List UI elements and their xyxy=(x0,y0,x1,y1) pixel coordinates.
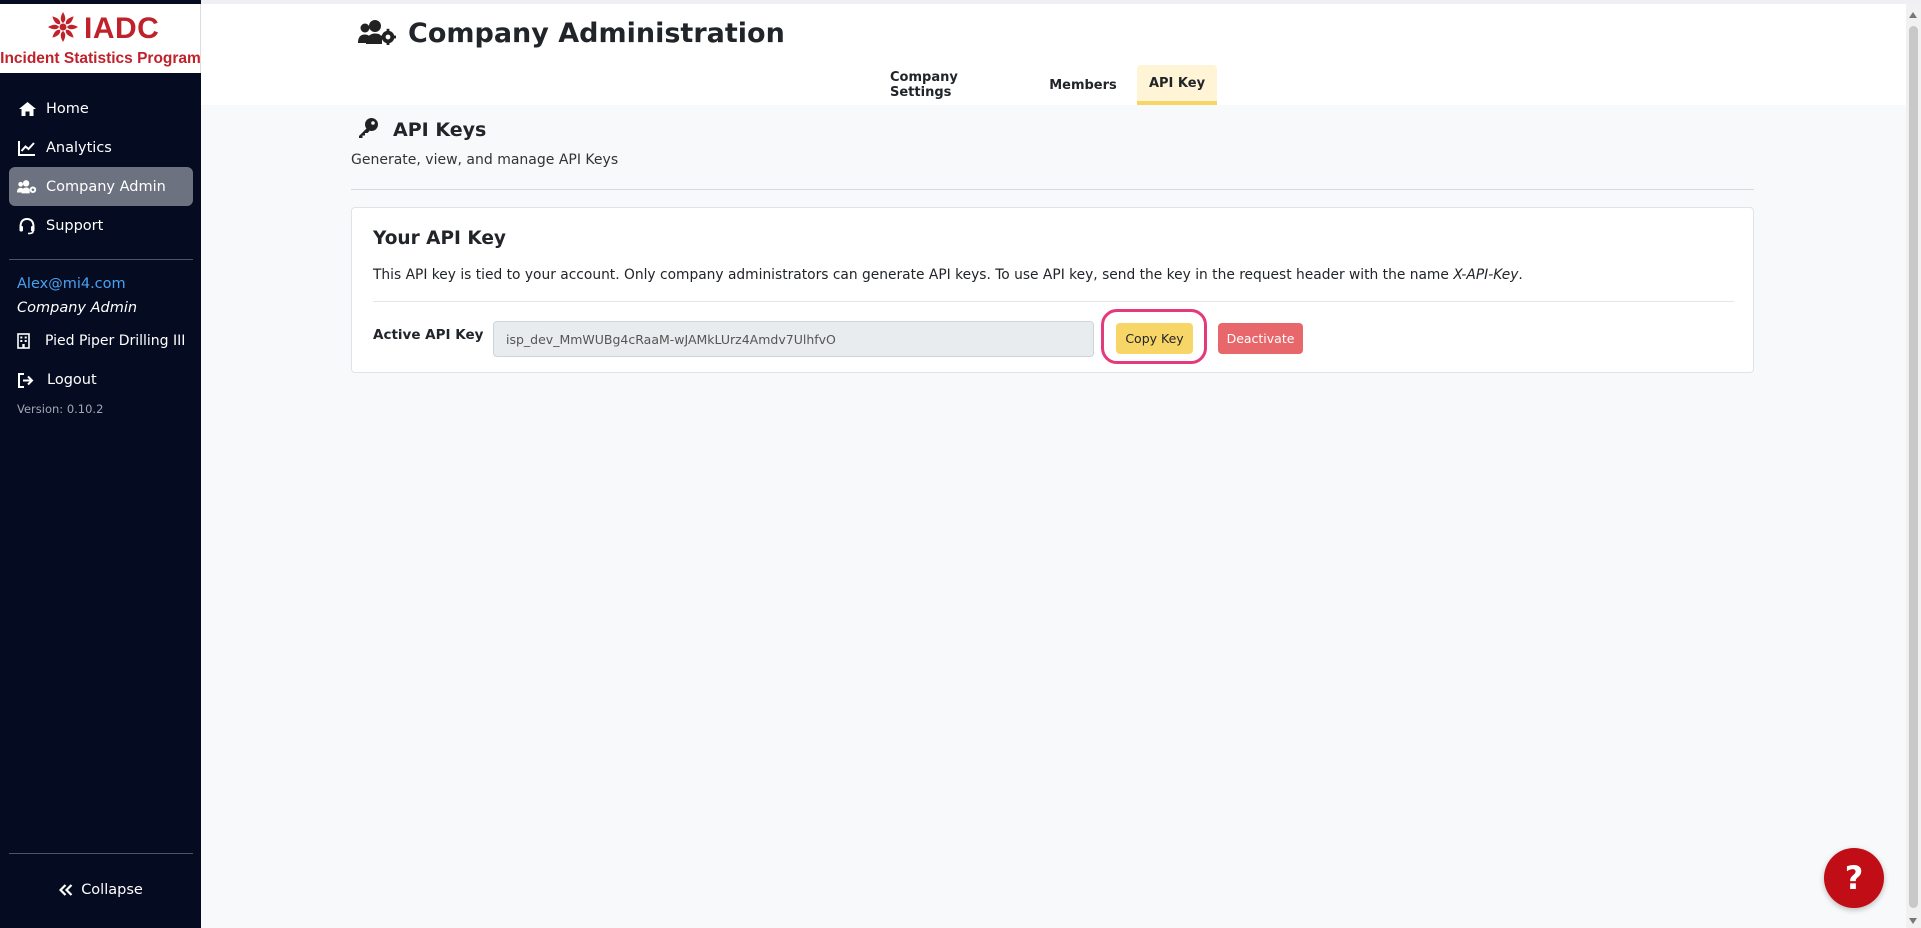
api-key-input[interactable] xyxy=(493,321,1094,357)
key-icon xyxy=(357,117,379,143)
sidebar-item-analytics[interactable]: Analytics xyxy=(9,128,193,167)
sidebar-nav: Home Analytics Company Admin Support xyxy=(9,89,193,245)
card-description: This API key is tied to your account. On… xyxy=(373,267,1523,283)
tab-members[interactable]: Members xyxy=(1048,65,1118,105)
main-content: Company Administration Company Settings … xyxy=(201,4,1906,928)
headset-icon xyxy=(17,217,37,235)
chart-line-icon xyxy=(17,139,37,157)
question-mark-icon: ? xyxy=(1844,859,1864,897)
page-header: Company Administration Company Settings … xyxy=(201,4,1906,105)
logout-label: Logout xyxy=(47,372,97,388)
collapse-button[interactable]: Collapse xyxy=(9,872,193,908)
tab-api-key[interactable]: API Key xyxy=(1137,65,1217,105)
company-selector[interactable]: Pied Piper Drilling III xyxy=(9,326,193,356)
tab-company-settings[interactable]: Company Settings xyxy=(890,65,1022,105)
header-name: X-API-Key xyxy=(1453,267,1519,283)
user-email[interactable]: Alex@mi4.com xyxy=(17,276,126,292)
users-cog-icon xyxy=(17,178,37,196)
page-title: Company Administration xyxy=(408,18,785,49)
version-label: Version: 0.10.2 xyxy=(17,402,104,416)
sidebar-item-label: Home xyxy=(46,100,89,117)
sidebar-item-company-admin[interactable]: Company Admin xyxy=(9,167,193,206)
section-title: API Keys xyxy=(393,119,487,141)
building-icon xyxy=(17,333,33,349)
card-title: Your API Key xyxy=(373,228,506,249)
sidebar-item-label: Company Admin xyxy=(46,178,166,195)
api-key-card: Your API Key This API key is tied to you… xyxy=(351,207,1754,373)
home-icon xyxy=(17,100,37,118)
users-cog-icon xyxy=(358,19,397,49)
sidebar-bottom-divider xyxy=(9,853,193,854)
sidebar-item-home[interactable]: Home xyxy=(9,89,193,128)
logo-subtitle: Incident Statistics Program xyxy=(0,50,201,67)
card-divider xyxy=(373,301,1734,302)
copy-key-button[interactable]: Copy Key xyxy=(1116,323,1193,354)
logo-text: IADC xyxy=(84,12,160,45)
scroll-up-arrow[interactable] xyxy=(1909,12,1917,18)
logout-button[interactable]: Logout xyxy=(9,364,193,396)
description-end: . xyxy=(1518,267,1523,283)
sidebar-divider xyxy=(9,259,193,260)
collapse-label: Collapse xyxy=(81,882,143,898)
iadc-logo-icon xyxy=(46,10,80,48)
help-button[interactable]: ? xyxy=(1824,848,1884,908)
section-subtitle: Generate, view, and manage API Keys xyxy=(351,152,619,168)
sidebar-item-label: Analytics xyxy=(46,139,112,156)
sidebar: IADC Incident Statistics Program Home An… xyxy=(0,0,201,928)
double-chevron-left-icon xyxy=(59,884,73,896)
sidebar-item-label: Support xyxy=(46,217,104,234)
user-role: Company Admin xyxy=(17,300,138,316)
admin-tabs: Company Settings Members API Key xyxy=(201,61,1906,105)
section-divider xyxy=(351,189,1754,190)
logo[interactable]: IADC Incident Statistics Program xyxy=(0,4,201,73)
sign-out-icon xyxy=(17,372,35,388)
sidebar-item-support[interactable]: Support xyxy=(9,206,193,245)
description-text: This API key is tied to your account. On… xyxy=(373,267,1454,283)
scroll-down-arrow[interactable] xyxy=(1909,918,1917,924)
deactivate-button[interactable]: Deactivate xyxy=(1218,323,1303,354)
active-api-key-label: Active API Key xyxy=(373,327,484,343)
scroll-thumb[interactable] xyxy=(1909,26,1918,908)
company-name: Pied Piper Drilling III xyxy=(45,333,186,349)
vertical-scrollbar[interactable] xyxy=(1906,4,1921,928)
